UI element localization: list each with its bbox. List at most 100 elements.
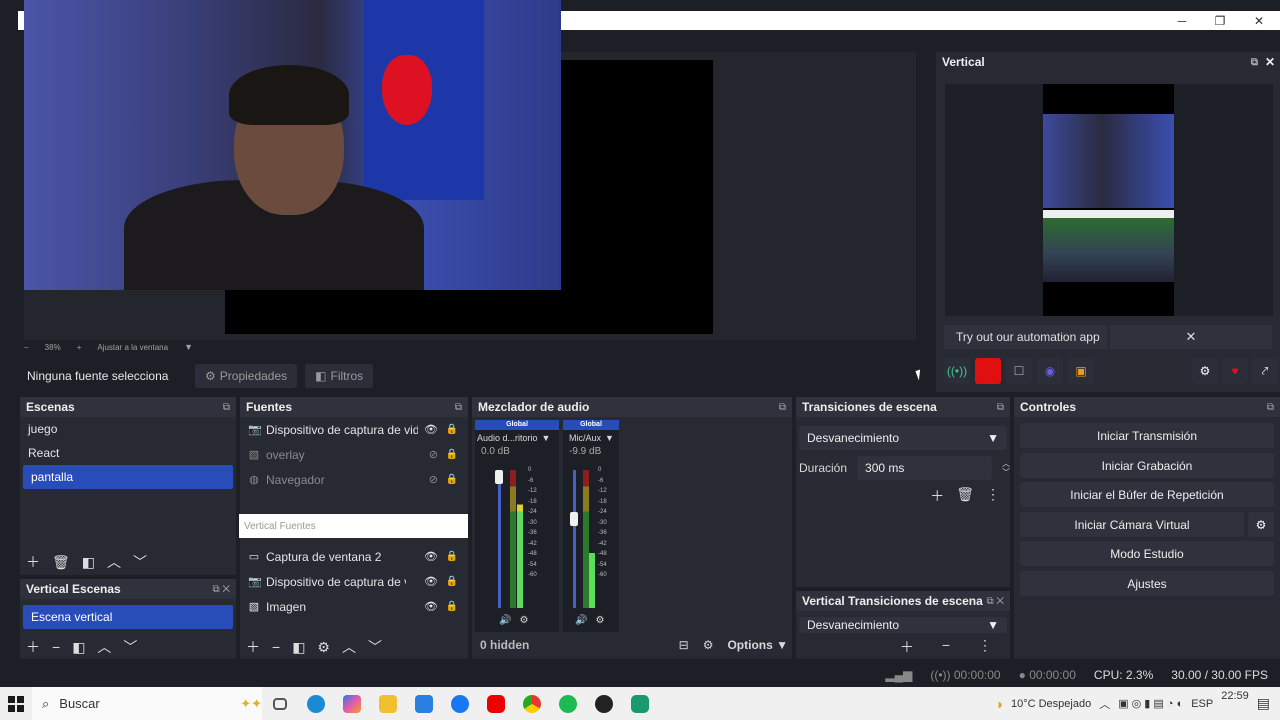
remove-icon[interactable]: − [942,637,950,657]
eye-icon[interactable]: 👁 [424,600,438,613]
float-icon[interactable]: ⧉ [223,402,230,413]
float-icon[interactable]: ⧉ [997,402,1004,413]
remove-icon[interactable]: − [272,639,280,655]
lock-icon[interactable]: 🔒 [446,474,458,485]
youtube-icon[interactable] [478,687,514,720]
eye-icon[interactable]: 👁 [424,550,438,563]
virtual-camera-settings-icon[interactable]: ⚙ [1248,512,1274,537]
heart-icon[interactable]: ♥ [1222,358,1248,384]
add-icon[interactable]: ＋ [26,552,40,572]
add-icon[interactable]: ＋ [930,486,944,506]
float-close-icon[interactable]: ⧉ ✕ [212,584,230,595]
copilot-icon[interactable] [334,687,370,720]
start-stream-button[interactable]: Iniciar Transmisión [1020,423,1274,448]
gear-icon[interactable]: ⚙ [519,615,528,626]
filter-icon[interactable]: ◧ [292,639,305,656]
arrow-up-icon[interactable]: ︿ [97,637,111,657]
volume-slider[interactable] [573,470,576,608]
float-icon[interactable]: ⧉ [1251,57,1258,68]
source-item[interactable]: 📷 Dispositivo de captura de video 👁 🔒 [240,417,468,442]
spin-icon[interactable]: ︿ ﹀ [1002,459,1010,477]
maximize-button[interactable]: ❐ [1201,11,1239,30]
scene-item[interactable]: React [20,441,236,465]
taskbar-search[interactable]: ⌕ Buscar ✦✦ [32,687,262,720]
float-icon[interactable]: ⧉ [455,402,462,413]
facebook-icon[interactable] [442,687,478,720]
source-item[interactable]: ◍ Navegador ⊘ 🔒 [240,467,468,492]
trash-icon[interactable]: 🗑 [956,486,974,506]
speaker-icon[interactable]: 🔊 [575,615,587,626]
gear-icon[interactable]: ⚙ [317,639,330,656]
vertical-scene-item[interactable]: Escena vertical [23,605,233,629]
remove-icon[interactable]: − [52,639,60,655]
fit-window-button[interactable]: Ajustar a la ventana [97,343,168,352]
float-icon[interactable]: ⧉ [1267,402,1274,413]
file-explorer-icon[interactable] [370,687,406,720]
lock-icon[interactable]: 🔒 [446,601,458,612]
eye-icon[interactable]: 👁 [424,423,438,436]
spotify-icon[interactable] [550,687,586,720]
channel-name[interactable]: Audio d...ritorio ▼ [475,430,559,446]
transition-select[interactable]: Desvanecimiento ▼ [799,426,1007,450]
tray-icons[interactable]: ▣ ◎ ▮ ▤ ◔ ◐ [1118,697,1183,710]
options-button[interactable]: Options ▼ [727,638,788,652]
chevron-down-icon[interactable]: ▼ [605,433,614,443]
arrow-down-icon[interactable]: ﹀ [368,637,382,657]
clock[interactable]: 22:59 [1221,690,1249,702]
channel-name[interactable]: Mic/Aux ▼ [563,430,619,446]
source-item[interactable]: ▭ Captura de ventana 2 👁 🔒 [240,544,468,569]
language-indicator[interactable]: ESP [1191,698,1213,710]
start-recording-button[interactable]: Iniciar Grabación [1020,453,1274,478]
lock-icon[interactable]: 🔒 [446,576,458,587]
filter-icon[interactable]: ◧ [72,639,85,656]
vertical-transition-select[interactable]: Desvanecimiento ▼ [799,617,1007,633]
record-icon[interactable] [975,358,1001,384]
filters-button[interactable]: ◧ Filtros [305,364,374,388]
gear-icon[interactable]: ⚙ [595,615,604,626]
arrow-down-icon[interactable]: ﹀ [133,552,147,572]
square-icon[interactable]: ☐ [1006,358,1032,384]
eye-hidden-icon[interactable]: ⊘ [429,473,438,486]
chevron-down-icon[interactable]: ▼ [184,342,193,352]
settings-icon[interactable]: ⚙ [703,638,714,652]
add-icon[interactable]: ＋ [900,637,914,657]
lock-icon[interactable]: 🔒 [446,551,458,562]
edge-icon[interactable] [298,687,334,720]
volume-slider[interactable] [498,470,501,608]
share-icon[interactable]: ⤤ [1252,358,1278,384]
studio-mode-button[interactable]: Modo Estudio [1020,541,1274,566]
source-item[interactable]: ▧ Imagen 👁 🔒 [240,594,468,619]
obs-icon[interactable] [586,687,622,720]
windows-start-icon[interactable] [0,687,32,720]
float-icon[interactable]: ⧉ [779,402,786,413]
virtual-cam-icon[interactable]: ▣ [1068,358,1094,384]
automation-banner[interactable]: Try out our automation app [944,325,1107,349]
layout-icon[interactable]: ⊟ [679,638,689,652]
arrow-up-icon[interactable]: ︿ [107,552,121,572]
minimize-button[interactable]: ─ [1163,11,1201,30]
trash-icon[interactable]: 🗑 [52,554,70,571]
settings-button[interactable]: Ajustes [1020,571,1274,596]
notification-icon[interactable]: ▤ [1257,695,1270,712]
lock-icon[interactable]: 🔒 [446,424,458,435]
volume-knob[interactable] [495,470,503,484]
lock-icon[interactable]: 🔒 [446,449,458,460]
float-close-icon[interactable]: ⧉ ✕ [986,596,1004,607]
task-view-icon[interactable] [262,687,298,720]
add-icon[interactable]: ＋ [26,637,40,657]
close-icon[interactable]: ✕ [1265,55,1275,69]
speaker-icon[interactable]: 🔊 [499,615,511,626]
more-icon[interactable]: ⋮ [986,486,1000,506]
source-item[interactable]: ▧ overlay ⊘ 🔒 [240,442,468,467]
start-virtual-camera-button[interactable]: Iniciar Cámara Virtual [1020,512,1244,537]
chrome-icon[interactable] [514,687,550,720]
zoom-out-button[interactable]: − [24,343,29,352]
volume-knob[interactable] [570,512,578,526]
filter-icon[interactable]: ◧ [82,554,95,571]
add-icon[interactable]: ＋ [246,637,260,657]
properties-button[interactable]: ⚙ Propiedades [195,364,298,388]
scene-item-selected[interactable]: pantalla [23,465,233,489]
chevron-down-icon[interactable]: ▼ [542,433,551,443]
more-icon[interactable]: ⋮ [978,637,992,657]
automation-close-button[interactable]: ✕ [1110,325,1272,349]
